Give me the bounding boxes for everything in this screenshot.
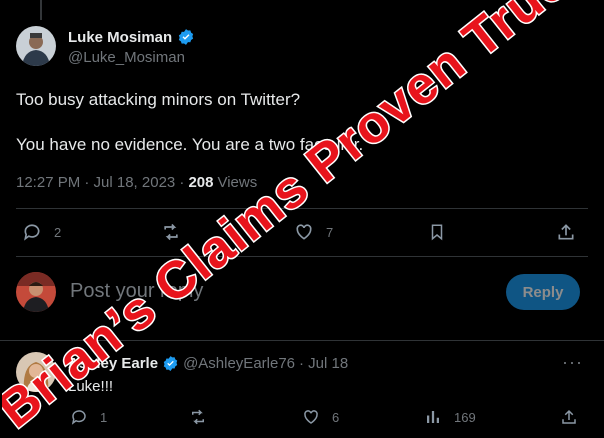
author-handle[interactable]: @Luke_Mosiman — [68, 49, 185, 66]
like-count: 7 — [326, 224, 334, 240]
verified-badge-icon — [177, 28, 195, 46]
reply-author-name[interactable]: Ashley Earle — [68, 355, 158, 372]
reply-author-avatar[interactable] — [16, 352, 56, 392]
verified-badge-icon — [162, 355, 179, 372]
thread-line — [40, 0, 42, 20]
reply-button[interactable]: Reply — [506, 274, 580, 310]
author-name-row: Luke Mosiman — [68, 28, 195, 46]
retweet-icon — [160, 222, 182, 242]
composer-avatar — [16, 272, 56, 312]
share-icon — [556, 222, 576, 242]
author-name[interactable]: Luke Mosiman — [68, 29, 172, 46]
reply-count: 2 — [54, 224, 62, 240]
divider-mid — [16, 256, 588, 257]
author-avatar[interactable] — [16, 26, 56, 66]
like-icon — [294, 222, 314, 242]
more-icon[interactable]: ··· — [562, 352, 583, 373]
views-count: 208 — [188, 174, 214, 191]
views-label: Views — [217, 174, 258, 191]
like-action[interactable]: 7 — [294, 222, 333, 242]
like-icon — [302, 408, 320, 426]
reply-post-reply-count: 1 — [100, 409, 108, 425]
share-icon — [560, 408, 578, 426]
reply-text: Luke!!! — [68, 378, 114, 395]
reply-post-like-count: 6 — [332, 409, 340, 425]
bookmark-icon — [428, 222, 446, 242]
reply-input[interactable]: Post your reply — [70, 280, 203, 303]
reply-post-share-action[interactable] — [560, 408, 578, 426]
reply-post-views-count: 169 — [454, 409, 476, 425]
reply-icon — [22, 222, 42, 242]
reply-post-reply-action[interactable]: 1 — [70, 408, 107, 426]
divider-top — [16, 208, 588, 209]
tweet-text-line-1: Too busy attacking minors on Twitter? — [16, 90, 301, 109]
bookmark-action[interactable] — [428, 222, 446, 242]
tweet-meta: 12:27 PM · Jul 18, 2023 · 208 Views — [16, 174, 257, 191]
reply-header: Ashley Earle @AshleyEarle76 · Jul 18 — [68, 355, 348, 372]
reply-post-retweet-action[interactable] — [188, 408, 220, 426]
divider-reply — [0, 340, 604, 341]
reply-post-views-action[interactable]: 169 — [424, 408, 476, 426]
retweet-action[interactable] — [160, 222, 194, 242]
views-icon — [424, 408, 442, 426]
retweet-icon — [188, 408, 208, 426]
tweet-timestamp[interactable]: 12:27 PM · Jul 18, 2023 · — [16, 174, 184, 191]
reply-action[interactable]: 2 — [22, 222, 61, 242]
reply-post-like-action[interactable]: 6 — [302, 408, 339, 426]
reply-date[interactable]: · Jul 18 — [299, 355, 348, 372]
tweet-text-line-2: You have no evidence. You are a two face… — [16, 135, 364, 154]
reply-icon — [70, 408, 88, 426]
share-action[interactable] — [556, 222, 576, 242]
reply-author-handle[interactable]: @AshleyEarle76 — [183, 355, 295, 372]
